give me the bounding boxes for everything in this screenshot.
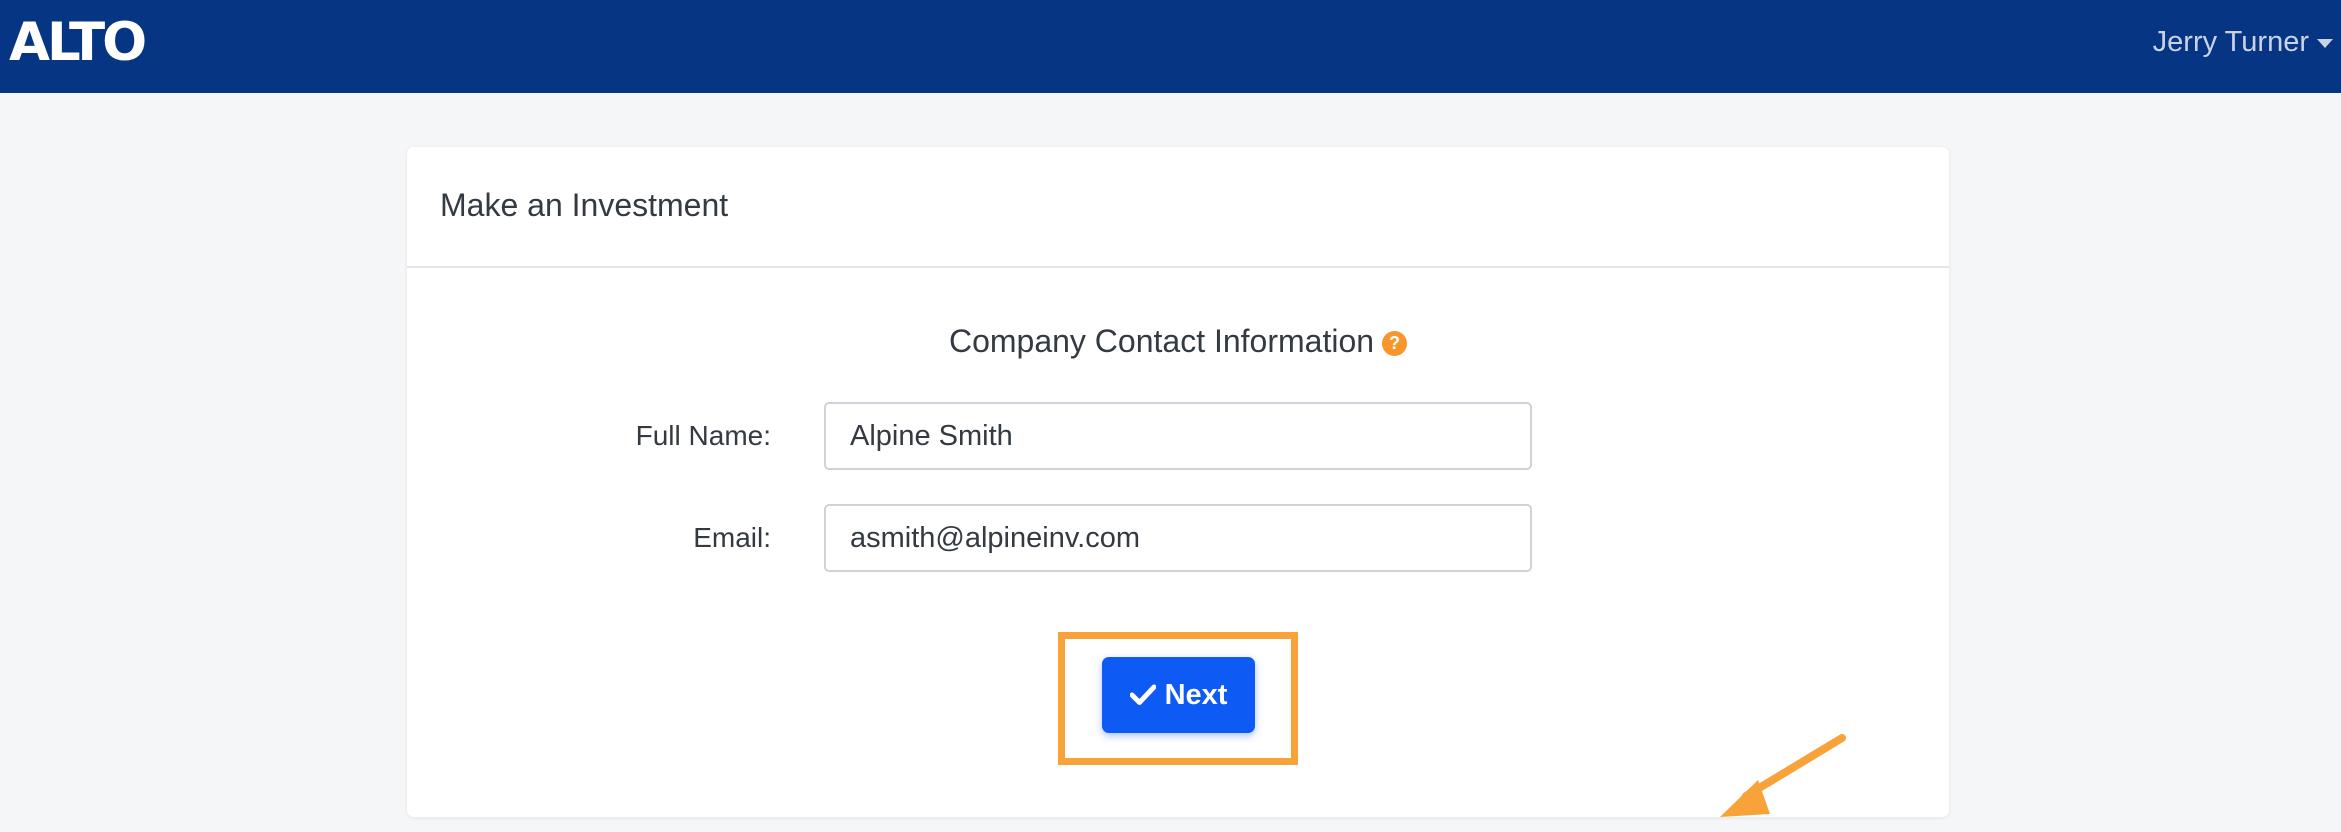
annotation-arrow-icon bbox=[1720, 734, 1846, 817]
email-input[interactable] bbox=[824, 504, 1532, 572]
top-navbar: ALTO Jerry Turner bbox=[0, 0, 2341, 93]
full-name-input[interactable] bbox=[824, 402, 1532, 470]
section-title-text: Company Contact Information bbox=[948, 323, 1375, 359]
section-heading: Company Contact Information ? bbox=[407, 323, 1949, 360]
card-title: Make an Investment bbox=[440, 187, 729, 223]
caret-down-icon bbox=[2317, 38, 2333, 48]
full-name-label: Full Name: bbox=[635, 420, 771, 451]
card-header: Make an Investment bbox=[407, 147, 1949, 268]
email-row: Email: bbox=[407, 504, 1949, 572]
user-menu-dropdown[interactable]: Jerry Turner bbox=[2153, 22, 2333, 62]
full-name-row: Full Name: bbox=[407, 402, 1949, 470]
email-label: Email: bbox=[693, 522, 771, 553]
alto-logo[interactable]: ALTO bbox=[9, 13, 147, 73]
investment-card: Make an Investment Company Contact Infor… bbox=[407, 147, 1949, 817]
next-button[interactable]: Next bbox=[1102, 657, 1255, 733]
user-name: Jerry Turner bbox=[2152, 26, 2309, 58]
check-icon bbox=[1129, 684, 1156, 705]
question-circle-icon[interactable]: ? bbox=[1382, 331, 1408, 356]
next-button-label: Next bbox=[1164, 678, 1228, 711]
